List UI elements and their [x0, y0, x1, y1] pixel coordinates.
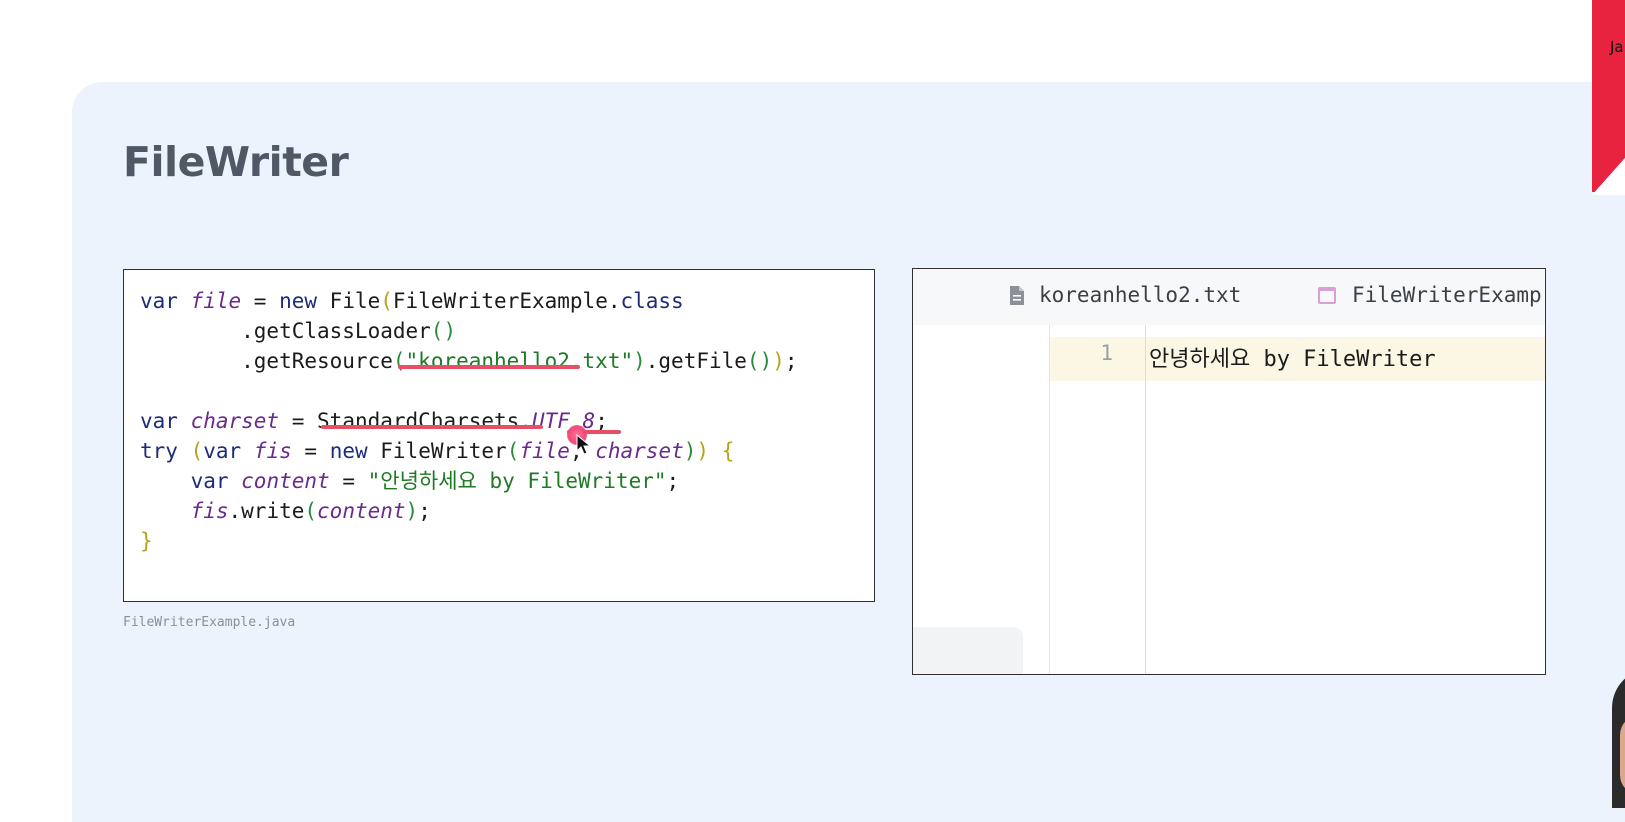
code-token: .getClassLoader: [140, 319, 431, 343]
code-token: .write: [228, 499, 305, 523]
code-token: file: [519, 439, 570, 463]
code-line: fis.write(content);: [140, 496, 798, 526]
code-caption: FileWriterExample.java: [123, 615, 296, 630]
code-block: var file = new File(FileWriterExample.cl…: [140, 286, 798, 556]
slide-title: FileWriter: [123, 138, 349, 186]
code-token: content: [241, 469, 330, 493]
code-token: =: [329, 469, 368, 493]
tab-label: FileWriterExamp: [1352, 283, 1542, 307]
tab-filewriterexample[interactable]: FileWriterExamp: [1318, 283, 1542, 307]
code-token: =: [241, 289, 280, 313]
code-token: "안녕하세요 by FileWriter": [367, 469, 667, 493]
gutter-separator: [1049, 325, 1050, 674]
code-token: FileWriterExample.: [392, 289, 621, 313]
code-line: try (var fis = new FileWriter(file, char…: [140, 436, 798, 466]
mouse-cursor-icon: [576, 434, 592, 455]
code-token: =: [279, 409, 318, 433]
code-token: var: [140, 289, 191, 313]
code-token: ): [683, 439, 697, 463]
code-token: }: [140, 529, 153, 553]
code-token: charset: [190, 409, 280, 433]
code-token: (: [304, 499, 318, 523]
tab-koreanhello2[interactable]: koreanhello2.txt: [1009, 283, 1241, 307]
brand-corner: [1592, 0, 1625, 192]
code-line: .getResource("koreanhello2.txt").getFile…: [140, 346, 798, 376]
tab-label: koreanhello2.txt: [1039, 283, 1242, 307]
code-token: fis: [253, 439, 292, 463]
code-token: FileWriter: [380, 439, 507, 463]
code-token: (: [190, 439, 204, 463]
code-token: ;: [666, 469, 680, 493]
java-class-icon: [1318, 286, 1336, 304]
code-token: content: [317, 499, 406, 523]
code-token: ): [633, 349, 646, 373]
code-panel: var file = new File(FileWriterExample.cl…: [123, 269, 875, 602]
code-token: class: [620, 289, 684, 313]
code-token: file: [190, 289, 242, 313]
content-separator: [1145, 325, 1146, 674]
code-token: charset: [595, 439, 684, 463]
code-token: new: [279, 289, 330, 313]
code-token: .getResource: [140, 349, 393, 373]
editor-tabbar: koreanhello2.txt FileWriterExamp: [913, 269, 1545, 325]
code-line: var file = new File(FileWriterExample.cl…: [140, 286, 798, 316]
code-token: var: [140, 409, 191, 433]
editor-panel: koreanhello2.txt FileWriterExamp 1 안녕하세요…: [912, 268, 1546, 675]
code-line: }: [140, 526, 798, 556]
code-token: ;: [418, 499, 431, 523]
code-token: ): [405, 499, 419, 523]
line-number: 1: [1100, 341, 1113, 365]
text-file-icon: [1010, 285, 1024, 305]
code-token: (: [380, 289, 393, 313]
code-token: var: [140, 469, 242, 493]
code-token: new: [329, 439, 381, 463]
corner-label: Ja: [1610, 38, 1624, 56]
code-token: try: [140, 439, 191, 463]
code-token: StandardCharsets.: [317, 409, 532, 433]
code-token: ): [696, 439, 710, 463]
scroll-area: [913, 627, 1023, 674]
editor-line-text[interactable]: 안녕하세요 by FileWriter: [1149, 341, 1436, 373]
code-line: var content = "안녕하세요 by FileWriter";: [140, 466, 798, 496]
code-token: {: [709, 439, 735, 463]
underline-standard-charsets: [321, 425, 543, 429]
presenter-face: [1620, 715, 1625, 795]
code-token: =: [291, 439, 330, 463]
underline-resource-string: [398, 365, 580, 369]
code-token: "koreanhello2.txt": [405, 349, 634, 373]
code-token: fis: [190, 499, 229, 523]
code-line: var charset = StandardCharsets.UTF_8;: [140, 406, 798, 436]
code-token: (): [430, 319, 457, 343]
code-token: var: [203, 439, 254, 463]
code-token: (: [506, 439, 520, 463]
code-token: File: [329, 289, 381, 313]
code-token: ): [772, 349, 785, 373]
code-token: .getFile: [645, 349, 747, 373]
code-token: (: [392, 349, 406, 373]
code-token: (): [746, 349, 773, 373]
code-token: ;: [784, 349, 798, 373]
code-line: .getClassLoader(): [140, 316, 798, 346]
